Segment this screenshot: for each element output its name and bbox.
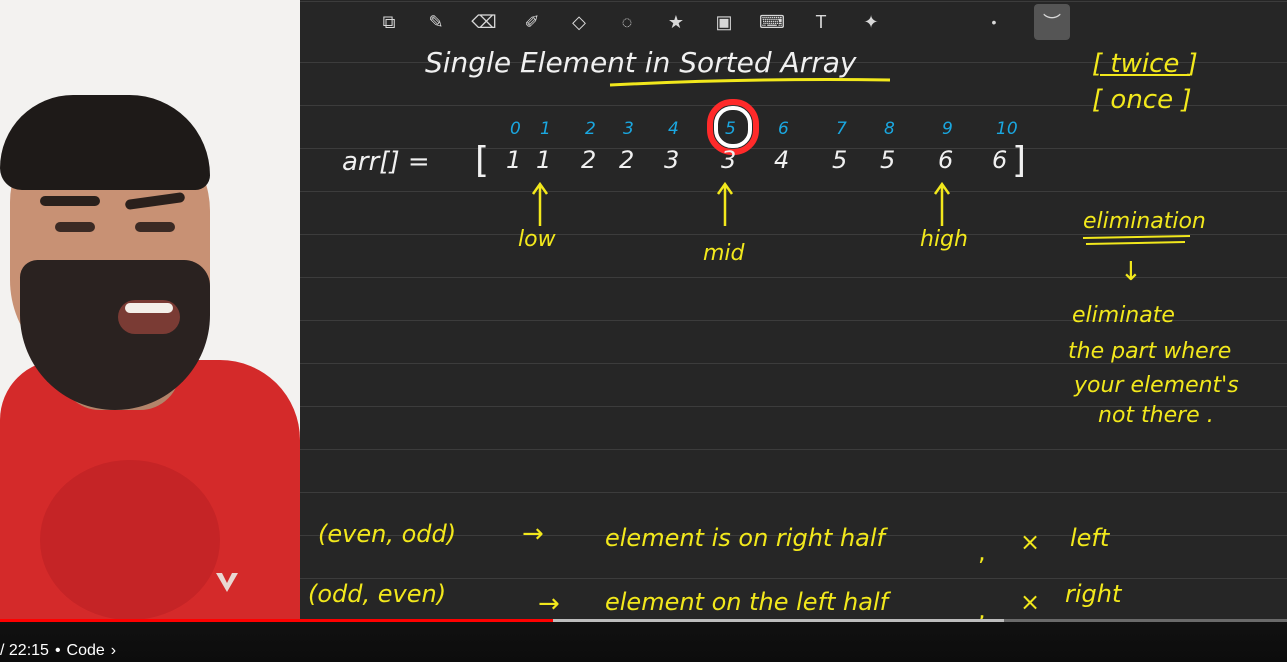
rule-2-text: element on the left half [605, 588, 892, 616]
rule-2-arrow: → [538, 589, 560, 619]
pointers: low mid high [518, 181, 968, 266]
progress-buffered [553, 619, 1004, 622]
lasso-tool-icon[interactable]: ◌ [613, 8, 641, 36]
rule-1-cross-text: left [1070, 524, 1111, 552]
array-value: 3 [664, 146, 679, 174]
pen-size-dot-icon[interactable]: • [980, 8, 1008, 36]
rule-odd-even: (odd, even) → element on the left half ,… [308, 580, 1123, 620]
index-1: 1 [540, 119, 551, 139]
index-5: 5 [725, 119, 736, 139]
array-value: 6 [992, 146, 1007, 174]
keyboard-tool-icon[interactable]: ⌨ [758, 8, 786, 36]
array-value: 4 [774, 146, 789, 174]
progress-played [0, 619, 554, 622]
array-value: 2 [581, 146, 596, 174]
pointer-arrow-mid [716, 181, 734, 226]
svg-text:,: , [978, 538, 986, 566]
index-4: 4 [668, 119, 679, 139]
hoodie-logo-icon [216, 573, 238, 592]
note-once: [ once ] [1092, 85, 1192, 115]
index-9: 9 [942, 119, 953, 139]
highlighter-tool-icon[interactable]: ✐ [518, 8, 546, 36]
array-value: 1 [506, 146, 521, 174]
index-6: 6 [778, 119, 789, 139]
presenter-webcam [0, 0, 300, 620]
array-value: 1 [536, 146, 551, 174]
pen-stroke-preview-icon[interactable]: ︶ [1034, 4, 1070, 40]
notes-whiteboard[interactable]: Single Element in Sorted Array [ twice ]… [300, 0, 1287, 620]
pointer-label-high: high [920, 227, 968, 252]
lasso-image-tool-icon[interactable]: ⧉ [375, 8, 403, 36]
array-value: 3 [721, 146, 736, 174]
index-8: 8 [884, 119, 895, 139]
svg-text:,: , [978, 596, 986, 620]
text-tool-icon[interactable]: T [807, 8, 835, 36]
array-value: 5 [880, 146, 895, 174]
elimination-line-4: not there . [1098, 403, 1214, 428]
array-indices: 0 1 2 3 4 5 6 7 8 9 10 [510, 119, 1018, 139]
rule-1-text: element is on right half [605, 524, 889, 552]
array-value: 6 [938, 146, 953, 174]
rule-1-arrow: → [522, 519, 544, 549]
elimination-line-1: eliminate [1072, 303, 1175, 328]
drawing-toolbar: ⧉ ✎ ⌫ ✐ ◇ ◌ ★ ▣ ⌨ T ✦ • ︶ [300, 0, 1287, 42]
index-7: 7 [836, 119, 847, 139]
rule-1-cross: × [1020, 528, 1040, 556]
rule-2-cross-text: right [1065, 580, 1123, 608]
pointer-arrow-low [531, 181, 549, 226]
pen-tool-icon[interactable]: ✎ [422, 8, 450, 36]
title-underline [609, 78, 891, 87]
index-10: 10 [996, 119, 1018, 139]
array-close-bracket: ] [1012, 140, 1026, 181]
image-tool-icon[interactable]: ▣ [710, 8, 738, 36]
elimination-line-2: the part where [1068, 339, 1231, 364]
presenter-hair [0, 95, 210, 190]
array-value: 2 [619, 146, 634, 174]
video-frame[interactable]: Single Element in Sorted Array [ twice ]… [0, 0, 1287, 662]
player-controls [0, 622, 1287, 662]
array-value: 5 [832, 146, 847, 174]
chevron-right-icon[interactable]: › [111, 642, 116, 660]
elimination-heading: elimination [1083, 209, 1206, 234]
rule-2-pair: (odd, even) [308, 580, 446, 608]
board-title: Single Element in Sorted Array [425, 46, 857, 79]
chapter-label[interactable]: Code [67, 642, 105, 660]
rule-even-odd: (even, odd) → element is on right half ,… [318, 519, 1111, 566]
pointer-label-low: low [518, 227, 557, 252]
array-open-bracket: [ [475, 140, 489, 181]
shapes-tool-icon[interactable]: ◇ [565, 8, 593, 36]
pointer-arrow-high [933, 181, 951, 226]
board-drawing: Single Element in Sorted Array [ twice ]… [308, 46, 1239, 620]
elimination-arrow: ↓ [1120, 257, 1142, 287]
time-display: / 22:15 [0, 642, 49, 659]
laser-pointer-tool-icon[interactable]: ✦ [857, 8, 885, 36]
index-3: 3 [623, 119, 634, 139]
sticker-tool-icon[interactable]: ★ [662, 8, 690, 36]
index-0: 0 [510, 119, 521, 139]
array-values: 11223345566 [506, 146, 1007, 174]
pointer-label-mid: mid [703, 241, 746, 266]
progress-bar[interactable] [0, 619, 1287, 622]
index-2: 2 [585, 119, 596, 139]
eraser-tool-icon[interactable]: ⌫ [470, 8, 498, 36]
rule-2-cross: × [1020, 588, 1040, 616]
rule-1-pair: (even, odd) [318, 520, 456, 548]
array-label: arr[] = [342, 147, 430, 177]
time-and-chapter[interactable]: / 22:15 • Code › [0, 640, 116, 662]
separator-dot: • [54, 642, 61, 659]
elimination-line-3: your element's [1073, 373, 1239, 398]
